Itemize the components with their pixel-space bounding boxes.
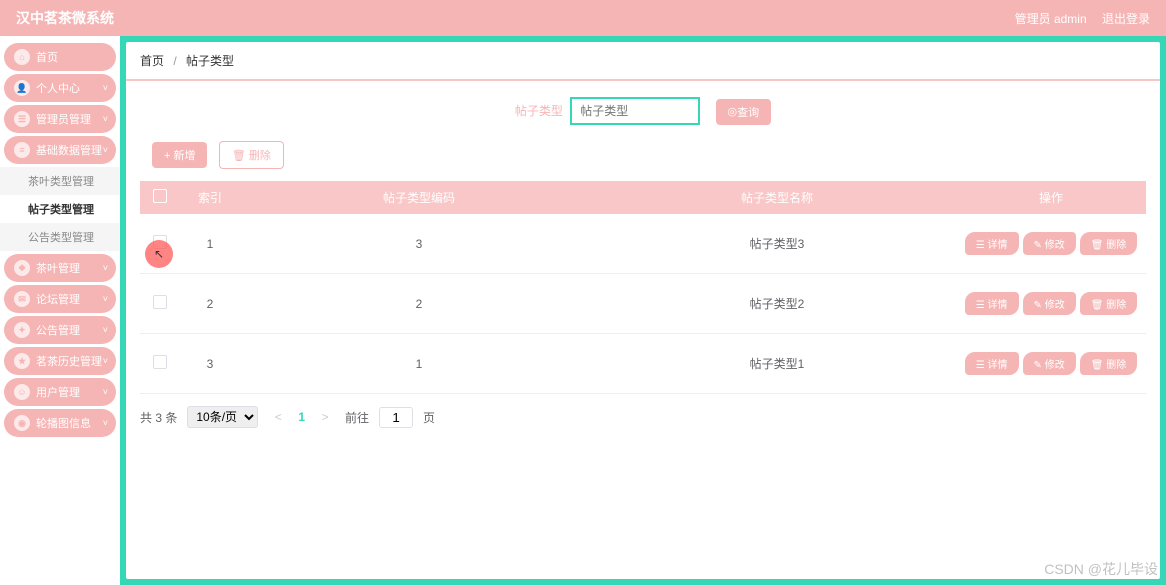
sidebar-item-carousel[interactable]: ◉轮播图信息˅ [4, 409, 116, 437]
sidebar-item-tea[interactable]: ❖茶叶管理˅ [4, 254, 116, 282]
notice-icon: ✦ [14, 322, 30, 338]
th-name: 帖子类型名称 [598, 181, 956, 214]
detail-button[interactable]: ☰ 详情 [965, 352, 1019, 375]
cell-name: 帖子类型1 [598, 334, 956, 394]
subitem-post-type[interactable]: 帖子类型管理 [0, 195, 120, 223]
add-button[interactable]: + 新增 [152, 142, 207, 168]
watermark: CSDN @花儿毕设 [1044, 559, 1158, 579]
prev-button[interactable]: < [268, 410, 288, 424]
cell-name: 帖子类型2 [598, 274, 956, 334]
logout-link[interactable]: 退出登录 [1102, 12, 1150, 26]
users-icon: ☺ [14, 384, 30, 400]
breadcrumb: 首页 / 帖子类型 [126, 42, 1160, 81]
next-button[interactable]: > [315, 410, 335, 424]
sidebar-item-home[interactable]: ⌂首页 [4, 43, 116, 71]
goto-input[interactable] [379, 407, 413, 428]
data-icon: ≡ [14, 142, 30, 158]
table-row: 13帖子类型3 ☰ 详情✎ 修改🗑 删除 [140, 214, 1146, 274]
subitem-notice-type[interactable]: 公告类型管理 [0, 223, 120, 251]
home-icon: ⌂ [14, 49, 30, 65]
row-delete-button[interactable]: 🗑 删除 [1080, 232, 1137, 255]
row-checkbox[interactable] [153, 235, 167, 249]
chevron-down-icon: ˅ [103, 387, 108, 397]
content-area: 首页 / 帖子类型 帖子类型 ◎ 查询 + 新增 🗑 删除 索引 帖子类型编码 [120, 36, 1166, 585]
breadcrumb-current: 帖子类型 [186, 54, 234, 68]
chevron-down-icon: ˅ [103, 356, 108, 366]
search-button[interactable]: ◎ 查询 [716, 99, 772, 125]
edit-button[interactable]: ✎ 修改 [1023, 292, 1076, 315]
sidebar-item-admin[interactable]: ☰管理员管理˅ [4, 105, 116, 133]
cell-index: 1 [180, 214, 240, 274]
chevron-down-icon: ˅ [103, 294, 108, 304]
row-checkbox[interactable] [153, 355, 167, 369]
chevron-down-icon: ˅ [103, 325, 108, 335]
history-icon: ★ [14, 353, 30, 369]
total-label: 共 3 条 [140, 409, 177, 426]
edit-button[interactable]: ✎ 修改 [1023, 352, 1076, 375]
detail-button[interactable]: ☰ 详情 [965, 292, 1019, 315]
chevron-down-icon: ˅ [103, 114, 108, 124]
admin-icon: ☰ [14, 111, 30, 127]
search-label: 帖子类型 [515, 104, 563, 118]
top-bar: 汉中茗茶微系统 管理员 admin 退出登录 [0, 0, 1166, 36]
edit-button[interactable]: ✎ 修改 [1023, 232, 1076, 255]
row-delete-button[interactable]: 🗑 删除 [1080, 352, 1137, 375]
checkbox-all[interactable] [153, 189, 167, 203]
forum-icon: ✉ [14, 291, 30, 307]
cell-name: 帖子类型3 [598, 214, 956, 274]
chevron-down-icon: ˅ [103, 83, 108, 93]
sidebar-item-notice[interactable]: ✦公告管理˅ [4, 316, 116, 344]
chevron-down-icon: ˅ [103, 418, 108, 428]
row-checkbox[interactable] [153, 295, 167, 309]
sidebar: ⌂首页 👤个人中心˅ ☰管理员管理˅ ≡基础数据管理˅ 茶叶类型管理 帖子类型管… [0, 36, 120, 585]
cell-index: 2 [180, 274, 240, 334]
page-size-select[interactable]: 10条/页 [187, 406, 258, 428]
cell-index: 3 [180, 334, 240, 394]
cell-code: 1 [240, 334, 598, 394]
detail-button[interactable]: ☰ 详情 [965, 232, 1019, 255]
cell-code: 3 [240, 214, 598, 274]
table-row: 22帖子类型2☰ 详情✎ 修改🗑 删除 [140, 274, 1146, 334]
sidebar-item-forum[interactable]: ✉论坛管理˅ [4, 285, 116, 313]
chevron-down-icon: ˅ [103, 145, 108, 155]
delete-button[interactable]: 🗑 删除 [219, 141, 284, 169]
admin-label[interactable]: 管理员 admin [1015, 12, 1087, 26]
chevron-down-icon: ˅ [103, 263, 108, 273]
data-table: 索引 帖子类型编码 帖子类型名称 操作 13帖子类型3☰ 详情✎ 修改🗑 删除2… [140, 181, 1146, 394]
tea-icon: ❖ [14, 260, 30, 276]
th-code: 帖子类型编码 [240, 181, 598, 214]
table-row: 31帖子类型1 ☰ 详情✎ 修改🗑 删除 [140, 334, 1146, 394]
th-index: 索引 [180, 181, 240, 214]
breadcrumb-home[interactable]: 首页 [140, 54, 164, 68]
row-delete-button[interactable]: 🗑 删除 [1080, 292, 1137, 315]
current-page[interactable]: 1 [298, 410, 305, 424]
search-bar: 帖子类型 ◎ 查询 [126, 81, 1160, 135]
search-input[interactable] [570, 97, 700, 125]
toolbar: + 新增 🗑 删除 [126, 135, 1160, 181]
carousel-icon: ◉ [14, 415, 30, 431]
pagination: 共 3 条 10条/页 < 1 > 前往 页 [126, 394, 1160, 440]
app-title: 汉中茗茶微系统 [16, 8, 114, 28]
sidebar-item-profile[interactable]: 👤个人中心˅ [4, 74, 116, 102]
subitem-tea-type[interactable]: 茶叶类型管理 [0, 167, 120, 195]
th-op: 操作 [956, 181, 1146, 214]
sidebar-item-users[interactable]: ☺用户管理˅ [4, 378, 116, 406]
user-icon: 👤 [14, 80, 30, 96]
cell-code: 2 [240, 274, 598, 334]
sidebar-item-basedata[interactable]: ≡基础数据管理˅ [4, 136, 116, 164]
sidebar-item-history[interactable]: ★茗茶历史管理˅ [4, 347, 116, 375]
